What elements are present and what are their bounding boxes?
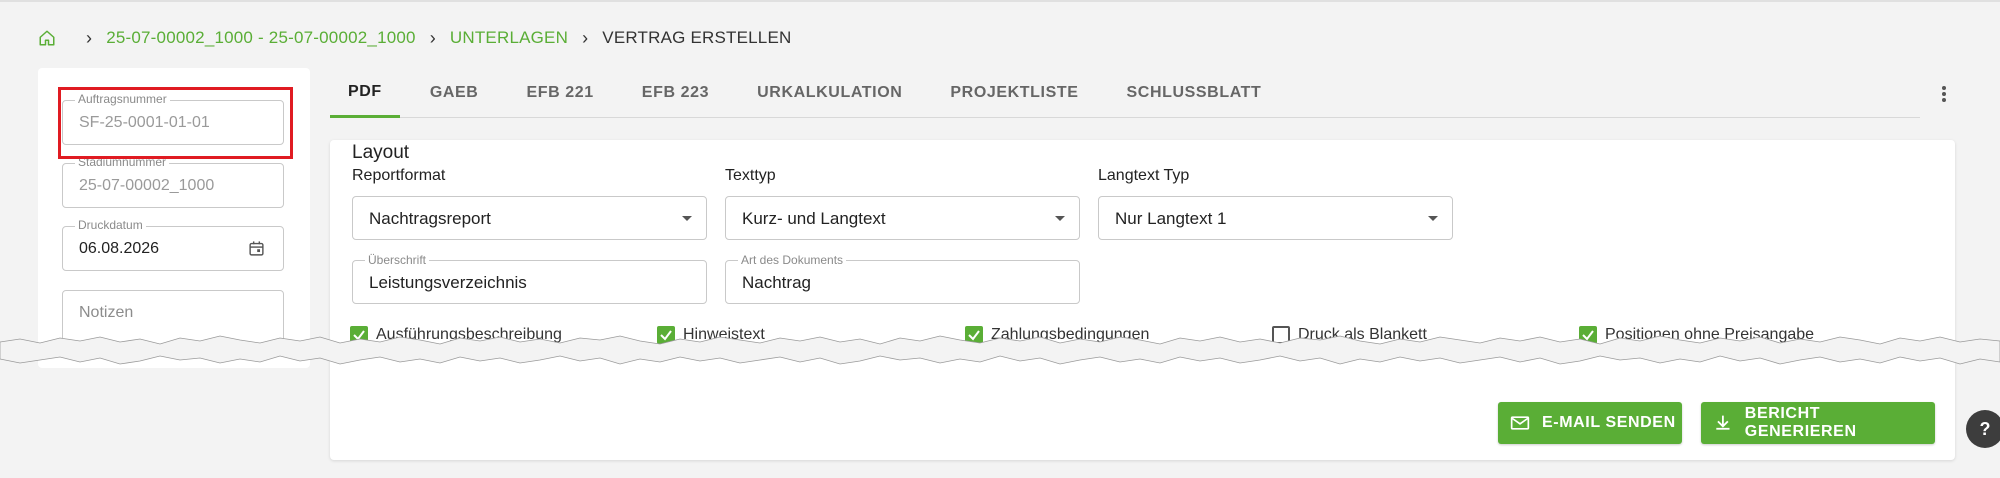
torn-edge — [0, 335, 2000, 365]
chevron-right-icon: › — [582, 27, 589, 48]
tab-bar: PDF GAEB EFB 221 EFB 223 URKALKULATION P… — [330, 68, 1920, 118]
breadcrumb-current: VERTRAG ERSTELLEN — [602, 28, 792, 47]
download-icon — [1716, 415, 1730, 430]
reportformat-value: Nachtragsreport — [369, 209, 491, 228]
stadiumnummer-value: 25-07-00002_1000 — [79, 177, 215, 194]
bericht-generieren-button[interactable]: BERICHT GENERIEREN — [1701, 402, 1935, 444]
layout-title: Layout — [352, 142, 410, 163]
tab-gaeb[interactable]: GAEB — [412, 68, 497, 118]
art-des-dokuments-field[interactable]: Art des Dokuments Nachtrag — [725, 253, 1080, 304]
auftragsnummer-value: SF-25-0001-01-01 — [79, 114, 210, 131]
ueberschrift-field[interactable]: Überschrift Leistungsverzeichnis — [352, 253, 707, 304]
reportformat-label: Reportformat — [352, 167, 446, 184]
texttyp-value: Kurz- und Langtext — [742, 209, 886, 228]
langtexttyp-label: Langtext Typ — [1098, 167, 1190, 184]
chevron-right-icon: › — [86, 27, 93, 48]
auftragsnummer-field[interactable]: Auftragsnummer SF-25-0001-01-01 — [62, 92, 284, 145]
ueberschrift-label: Überschrift — [365, 253, 430, 267]
breadcrumb-unterlagen[interactable]: UNTERLAGEN — [450, 28, 568, 48]
art-des-dokuments-value: Nachtrag — [742, 273, 811, 292]
help-icon[interactable]: ? — [1966, 410, 2000, 448]
druckdatum-field[interactable]: Druckdatum 06.08.2026 — [62, 218, 284, 271]
email-senden-label: E-MAIL SENDEN — [1542, 414, 1676, 431]
tab-urkalkulation[interactable]: URKALKULATION — [739, 68, 920, 118]
calendar-icon[interactable] — [248, 240, 265, 257]
notizen-placeholder: Notizen — [79, 304, 134, 321]
bericht-generieren-label: BERICHT GENERIEREN — [1744, 405, 1857, 440]
left-panel: Auftragsnummer SF-25-0001-01-01 Stadiumn… — [38, 68, 310, 368]
stadiumnummer-label: Stadiumnummer — [75, 155, 170, 169]
tab-projektliste[interactable]: PROJEKTLISTE — [932, 68, 1096, 118]
tab-pdf[interactable]: PDF — [330, 68, 400, 118]
texttyp-select[interactable]: Kurz- und Langtext — [725, 196, 1080, 240]
dropdown-arrow-icon — [682, 216, 692, 221]
druckdatum-label: Druckdatum — [75, 218, 146, 232]
texttyp-label: Texttyp — [725, 167, 776, 184]
auftragsnummer-label: Auftragsnummer — [75, 92, 170, 106]
tab-efb223[interactable]: EFB 223 — [624, 68, 727, 118]
langtexttyp-select[interactable]: Nur Langtext 1 — [1098, 196, 1453, 240]
tab-efb221[interactable]: EFB 221 — [508, 68, 611, 118]
chevron-right-icon: › — [429, 27, 436, 48]
langtexttyp-value: Nur Langtext 1 — [1115, 209, 1227, 228]
stadiumnummer-field[interactable]: Stadiumnummer 25-07-00002_1000 — [62, 155, 284, 208]
home-icon[interactable] — [38, 29, 56, 47]
mail-icon — [1510, 416, 1530, 430]
druckdatum-value: 06.08.2026 — [79, 240, 160, 257]
dropdown-arrow-icon — [1055, 216, 1065, 221]
reportformat-select[interactable]: Nachtragsreport — [352, 196, 707, 240]
breadcrumb-project[interactable]: 25-07-00002_1000 - 25-07-00002_1000 — [106, 28, 415, 48]
top-divider — [0, 0, 2000, 2]
breadcrumb: › 25-07-00002_1000 - 25-07-00002_1000 › … — [38, 24, 791, 52]
email-senden-button[interactable]: E-MAIL SENDEN — [1498, 402, 1682, 444]
tab-schlussblatt[interactable]: SCHLUSSBLATT — [1109, 68, 1280, 118]
more-vert-icon[interactable] — [1934, 82, 1954, 106]
ueberschrift-value: Leistungsverzeichnis — [369, 273, 527, 292]
dropdown-arrow-icon — [1428, 216, 1438, 221]
art-des-dokuments-label: Art des Dokuments — [738, 253, 847, 267]
